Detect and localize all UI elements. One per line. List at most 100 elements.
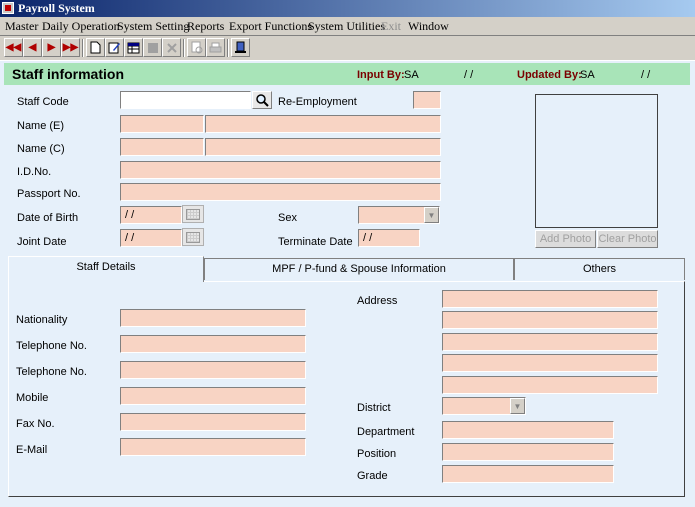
grade-input[interactable] [442, 465, 614, 483]
nationality-label: Nationality [16, 314, 68, 326]
address-line-5-input[interactable] [442, 376, 658, 394]
updated-by-date: / / [641, 69, 651, 81]
print-button[interactable] [206, 38, 225, 57]
clear-photo-button[interactable]: Clear Photo [597, 230, 658, 248]
window-title: Payroll System [18, 1, 95, 15]
staff-code-input[interactable] [120, 91, 251, 109]
staff-search-button[interactable] [252, 91, 272, 109]
toolbar-separator [82, 39, 84, 57]
id-no-label: I.D.No. [17, 166, 52, 178]
tab-others[interactable]: Others [514, 258, 685, 280]
menu-master[interactable]: Master [5, 19, 38, 34]
toolbar-separator-3 [227, 39, 229, 57]
passport-label: Passport No. [17, 188, 81, 200]
menu-exit: Exit [381, 19, 401, 33]
first-record-icon: ◀◀ [5, 41, 22, 53]
prev-record-icon: ◀ [28, 41, 37, 53]
joint-date-calendar-button[interactable] [182, 228, 204, 246]
joint-date-input[interactable]: / / [120, 229, 182, 247]
exit-button[interactable] [231, 38, 250, 57]
input-by-value: SA [404, 69, 419, 81]
district-dropdown-button[interactable]: ▼ [510, 398, 525, 414]
print-preview-icon [191, 41, 202, 54]
prev-record-button[interactable]: ◀ [23, 38, 42, 57]
tab-staff-details[interactable]: Staff Details [8, 256, 204, 282]
re-employment-label: Re-Employment [278, 96, 357, 108]
sex-dropdown-button[interactable]: ▼ [424, 207, 439, 223]
printer-icon [209, 42, 222, 52]
position-label: Position [357, 448, 397, 460]
search-icon [256, 94, 269, 107]
chevron-down-icon: ▼ [427, 210, 436, 220]
new-record-button[interactable] [86, 38, 105, 57]
next-record-button[interactable]: ▶ [42, 38, 61, 57]
telephone-2-input[interactable] [120, 361, 306, 379]
menu-system-setting[interactable]: System Setting [117, 19, 189, 34]
save-button[interactable] [143, 38, 162, 57]
mobile-input[interactable] [120, 387, 306, 405]
page-title: Staff information [12, 66, 124, 82]
name-e-surname-input[interactable] [120, 115, 204, 133]
title-bar: Payroll System [0, 0, 695, 17]
name-c-label: Name (C) [17, 143, 65, 155]
passport-input[interactable] [120, 183, 441, 201]
address-line-4-input[interactable] [442, 354, 658, 372]
re-employment-field[interactable] [413, 91, 441, 109]
next-record-icon: ▶ [47, 41, 56, 53]
joint-date-label: Joint Date [17, 236, 67, 248]
name-c-given-input[interactable] [205, 138, 441, 156]
id-no-input[interactable] [120, 161, 441, 179]
menu-export-functions[interactable]: Export Functions [229, 19, 312, 34]
name-e-given-input[interactable] [205, 115, 441, 133]
menu-system-utilities[interactable]: System Utilities [308, 19, 385, 34]
dob-calendar-button[interactable] [182, 205, 204, 223]
first-record-button[interactable]: ◀◀ [4, 38, 23, 57]
input-by-date: / / [464, 69, 474, 81]
sex-label: Sex [278, 212, 297, 224]
name-e-label: Name (E) [17, 120, 65, 132]
menu-daily-operation[interactable]: Daily Operation [42, 19, 120, 34]
edit-record-button[interactable] [105, 38, 124, 57]
terminate-date-label: Terminate Date [278, 236, 353, 248]
address-line-3-input[interactable] [442, 333, 658, 351]
menu-bar: Master Daily Operation System Setting Re… [0, 17, 695, 36]
department-input[interactable] [442, 421, 614, 439]
grid-view-button[interactable] [124, 38, 143, 57]
edit-icon [108, 42, 120, 54]
delete-button[interactable] [162, 38, 181, 57]
calendar-icon [186, 208, 200, 220]
save-icon [147, 42, 158, 53]
nationality-input[interactable] [120, 309, 306, 327]
address-line-2-input[interactable] [442, 311, 658, 329]
toolbar-separator-2 [183, 39, 185, 57]
telephone-2-label: Telephone No. [16, 366, 87, 378]
updated-by-value: SA [580, 69, 595, 81]
photo-frame [535, 94, 658, 228]
position-input[interactable] [442, 443, 614, 461]
input-by-label: Input By: [357, 69, 405, 81]
dob-input[interactable]: / / [120, 206, 182, 224]
telephone-1-input[interactable] [120, 335, 306, 353]
district-label: District [357, 402, 391, 414]
menu-window[interactable]: Window [408, 19, 449, 34]
address-label: Address [357, 295, 398, 307]
last-record-button[interactable]: ▶▶ [61, 38, 80, 57]
email-input[interactable] [120, 438, 306, 456]
address-line-1-input[interactable] [442, 290, 658, 308]
table-icon [127, 42, 140, 53]
terminate-date-input[interactable]: / / [358, 229, 420, 247]
menu-reports[interactable]: Reports [187, 19, 224, 34]
tab-mpf-spouse[interactable]: MPF / P-fund & Spouse Information [204, 258, 514, 280]
fax-input[interactable] [120, 413, 306, 431]
toolbar: ◀◀ ◀ ▶ ▶▶ [0, 36, 695, 61]
add-photo-button[interactable]: Add Photo [535, 230, 596, 248]
email-label: E-Mail [16, 444, 48, 456]
name-c-surname-input[interactable] [120, 138, 204, 156]
grade-label: Grade [357, 470, 388, 482]
new-document-icon [90, 41, 101, 54]
fax-label: Fax No. [16, 418, 55, 430]
mobile-label: Mobile [16, 392, 49, 404]
app-icon[interactable] [2, 2, 14, 14]
preview-button[interactable] [187, 38, 206, 57]
chevron-down-icon: ▼ [513, 401, 522, 411]
